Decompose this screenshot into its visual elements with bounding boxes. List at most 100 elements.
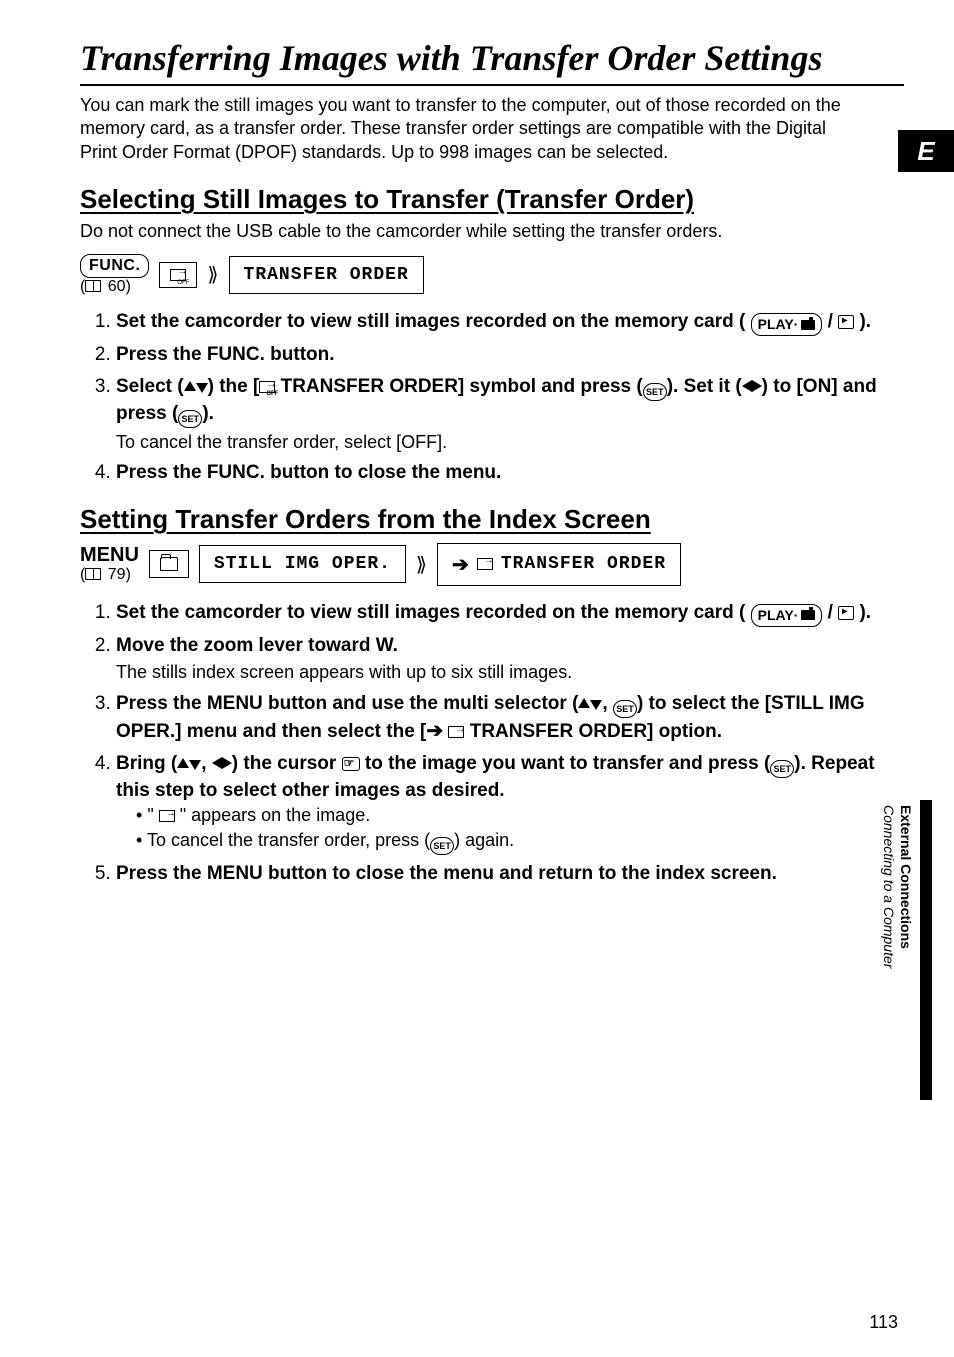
- step1-paren-close: ).: [859, 311, 871, 332]
- func-ref-num: 60: [108, 278, 126, 295]
- idx-step-3: Press the MENU button and use the multi …: [116, 691, 904, 745]
- menu-ref: ( 79): [80, 566, 131, 584]
- n1a: ": [147, 805, 158, 825]
- memory-card-icon: [838, 315, 854, 329]
- step4-note2: To cancel the transfer order, press (SET…: [136, 828, 904, 855]
- right-arrow-icon: [752, 380, 762, 392]
- transfer-icon-2: [448, 726, 464, 738]
- transfer-order-label: TRANSFER ORDER: [244, 265, 409, 285]
- language-tab: E: [898, 130, 954, 172]
- step4-note1: " " appears on the image.: [136, 803, 904, 827]
- step-1: Set the camcorder to view still images r…: [116, 309, 904, 336]
- step1-slash: /: [828, 311, 833, 332]
- istep1-pc: ).: [859, 602, 871, 623]
- is2b: .: [393, 635, 398, 656]
- step2-text: Press the FUNC. button.: [116, 344, 335, 365]
- up-arrow-icon: [184, 381, 196, 391]
- flow-arrow-icon-2: ⟫: [416, 552, 427, 577]
- cursor-hand-icon: [342, 757, 360, 771]
- selecting-steps: Set the camcorder to view still images r…: [80, 309, 904, 486]
- is2a: Move the zoom lever toward: [116, 635, 376, 656]
- side-section-label: External Connections Connecting to a Com…: [880, 805, 914, 968]
- set-button-icon: SET: [643, 383, 667, 401]
- step4-notes: " " appears on the image. To cancel the …: [116, 803, 904, 854]
- is4a: Bring (: [116, 753, 177, 774]
- is4b: ,: [201, 753, 212, 774]
- up-arrow-icon-3: [177, 758, 189, 768]
- istep1-po: (: [739, 602, 745, 623]
- step-2: Press the FUNC. button.: [116, 342, 904, 368]
- folder-icon-box: [149, 550, 189, 578]
- memory-card-icon-2: [838, 606, 854, 620]
- play-label-2: PLAY·: [758, 606, 799, 625]
- down-arrow-icon: [196, 383, 208, 393]
- istep1-text: Set the camcorder to view still images r…: [116, 602, 734, 623]
- set-button-icon-4: SET: [770, 760, 794, 778]
- transfer-order-box-2: ➔ TRANSFER ORDER: [437, 543, 681, 586]
- is2-note: The stills index screen appears with up …: [116, 660, 904, 684]
- n2a: To cancel the transfer order, press (: [147, 830, 430, 850]
- goto-arrow-icon: ➔: [452, 552, 469, 577]
- side-subsection: Connecting to a Computer: [881, 805, 897, 968]
- set-button-icon-2: SET: [178, 410, 202, 428]
- istep1-slash: /: [828, 602, 833, 623]
- play-mode-pill: PLAY·: [751, 313, 823, 336]
- still-img-box: STILL IMG OPER.: [199, 545, 406, 583]
- down-arrow-icon-2: [590, 700, 602, 710]
- step1-paren-open: (: [739, 311, 745, 332]
- up-arrow-icon-2: [578, 698, 590, 708]
- side-index-bar: [920, 800, 932, 1100]
- s3b: ) the [: [208, 376, 260, 397]
- set-button-icon-3: SET: [613, 700, 637, 718]
- idx-step-1: Set the camcorder to view still images r…: [116, 600, 904, 627]
- selecting-heading: Selecting Still Images to Transfer (Tran…: [80, 184, 904, 215]
- page-title: Transferring Images with Transfer Order …: [80, 40, 904, 78]
- transfer-off-icon-inline: [259, 381, 275, 393]
- manual-ref-icon-2: [85, 568, 101, 580]
- idx-step-5: Press the MENU button to close the menu …: [116, 861, 904, 887]
- down-arrow-icon-3: [189, 760, 201, 770]
- left-arrow-icon-2: [212, 757, 222, 769]
- n2b: ) again.: [454, 830, 514, 850]
- step-4: Press the FUNC. button to close the menu…: [116, 460, 904, 486]
- camera-icon-2: [801, 610, 815, 620]
- is3d: TRANSFER ORDER] option.: [464, 721, 722, 742]
- intro-paragraph: You can mark the still images you want t…: [80, 94, 860, 164]
- title-rule: [80, 84, 904, 86]
- goto-arrow-icon-2: ➔: [426, 720, 443, 742]
- s3d: ). Set it (: [667, 376, 742, 397]
- zoom-w: W: [376, 635, 393, 656]
- set-button-icon-5: SET: [430, 837, 454, 855]
- transfer-order-box: TRANSFER ORDER: [229, 256, 424, 294]
- still-img-label: STILL IMG OPER.: [214, 554, 391, 574]
- s3c: TRANSFER ORDER] symbol and press (: [275, 376, 642, 397]
- is3b: ,: [602, 693, 613, 714]
- step-3: Select ( ) the [ TRANSFER ORDER] symbol a…: [116, 374, 904, 454]
- is4c: ) the cursor: [232, 753, 342, 774]
- s3a: Select (: [116, 376, 184, 397]
- transfer-icon-3: [159, 810, 175, 822]
- index-heading: Setting Transfer Orders from the Index S…: [80, 504, 904, 535]
- s3-note: To cancel the transfer order, select [OF…: [116, 430, 904, 454]
- page-number: 113: [869, 1312, 898, 1333]
- manual-ref-icon: [85, 280, 101, 292]
- play-label: PLAY·: [758, 315, 799, 334]
- is5: Press the MENU button to close the menu …: [116, 863, 777, 884]
- menu-ref-num: 79: [108, 566, 126, 583]
- play-mode-pill-2: PLAY·: [751, 604, 823, 627]
- side-section: External Connections: [898, 805, 914, 949]
- folder-icon: [160, 557, 178, 571]
- n1b: " appears on the image.: [175, 805, 371, 825]
- is4d: to the image you want to transfer and pr…: [360, 753, 771, 774]
- idx-step-2: Move the zoom lever toward W. The stills…: [116, 633, 904, 685]
- func-block: FUNC. ( 60): [80, 254, 149, 295]
- menu-label: MENU: [80, 544, 139, 566]
- flow-arrow-icon: ⟫: [207, 262, 218, 287]
- transfer-order-label-2: TRANSFER ORDER: [501, 554, 666, 574]
- index-steps: Set the camcorder to view still images r…: [80, 600, 904, 887]
- left-arrow-icon: [742, 380, 752, 392]
- transfer-icon: [477, 558, 493, 570]
- transfer-off-icon: [170, 269, 186, 281]
- selecting-note: Do not connect the USB cable to the camc…: [80, 221, 904, 242]
- step1-text: Set the camcorder to view still images r…: [116, 311, 734, 332]
